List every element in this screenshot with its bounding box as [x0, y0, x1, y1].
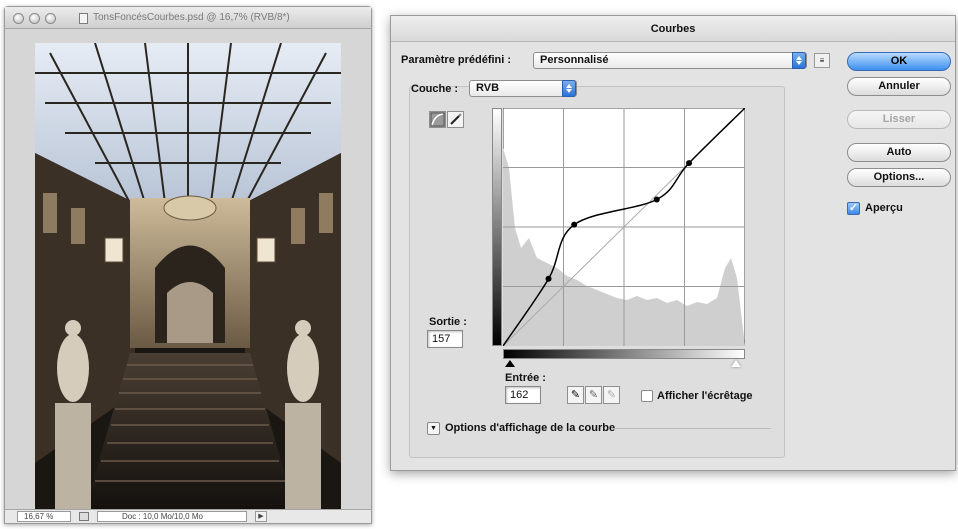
input-label: Entrée :	[505, 372, 546, 384]
ok-button[interactable]: OK	[847, 52, 951, 71]
options-button[interactable]: Options...	[847, 168, 951, 187]
white-eyedropper-icon[interactable]: ✎	[603, 386, 620, 404]
zoom-field[interactable]: 16,67 %	[17, 511, 71, 522]
channel-stepper-icon	[562, 80, 576, 97]
auto-button[interactable]: Auto	[847, 143, 951, 162]
preset-stepper-icon	[792, 52, 806, 69]
document-canvas[interactable]	[35, 43, 341, 509]
minimize-window-button[interactable]	[29, 13, 40, 24]
disclosure-triangle-icon[interactable]: ▼	[427, 422, 440, 435]
preview-checkbox[interactable]: ✓	[847, 202, 860, 215]
preview-label: Aperçu	[865, 202, 903, 214]
show-clipping-checkbox[interactable]	[641, 390, 653, 402]
curve-control-point[interactable]	[686, 160, 693, 167]
gray-eyedropper-icon[interactable]: ✎	[585, 386, 602, 404]
dialog-titlebar: Courbes	[391, 16, 955, 42]
doc-size-readout: Doc : 10,0 Mo/10,0 Mo	[97, 511, 247, 522]
arcade-photo	[35, 43, 341, 509]
curve-control-point[interactable]	[653, 196, 660, 203]
black-point-slider[interactable]	[505, 360, 515, 367]
black-eyedropper-icon[interactable]: ✎	[567, 386, 584, 404]
curve-graph[interactable]	[503, 108, 745, 346]
output-field[interactable]: 157	[427, 330, 463, 348]
pencil-tool-icon[interactable]	[447, 111, 464, 128]
status-info-icon[interactable]	[79, 512, 89, 521]
channel-label: Couche :	[411, 83, 459, 95]
preset-value: Personnalisé	[540, 54, 609, 66]
channel-value: RVB	[476, 82, 500, 94]
document-proxy-icon[interactable]	[79, 13, 88, 24]
zoom-window-button[interactable]	[45, 13, 56, 24]
curve-control-point[interactable]	[545, 275, 552, 282]
document-titlebar: TonsFoncésCourbes.psd @ 16,7% (RVB/8*)	[5, 7, 371, 29]
close-window-button[interactable]	[13, 13, 24, 24]
smooth-button: Lisser	[847, 110, 951, 129]
dialog-title: Courbes	[650, 23, 696, 35]
preset-menu-icon[interactable]: ≡	[814, 53, 830, 68]
status-arrow-icon[interactable]: ▶	[255, 511, 267, 522]
curve-display-options-label[interactable]: Options d'affichage de la courbe	[445, 422, 615, 434]
document-statusbar: 16,67 % Doc : 10,0 Mo/10,0 Mo ▶	[5, 509, 371, 523]
show-clipping-label: Afficher l'écrêtage	[657, 390, 753, 402]
output-gradient-bar	[492, 108, 502, 346]
preset-label: Paramètre prédéfini :	[401, 54, 512, 66]
curve-tool-icon[interactable]	[429, 111, 446, 128]
cancel-button[interactable]: Annuler	[847, 77, 951, 96]
document-title: TonsFoncésCourbes.psd @ 16,7% (RVB/8*)	[93, 12, 290, 23]
divider	[611, 428, 771, 429]
white-point-slider[interactable]	[731, 360, 741, 367]
curve-control-point[interactable]	[571, 221, 578, 228]
channel-popup[interactable]: RVB	[469, 80, 577, 97]
output-label: Sortie :	[429, 316, 467, 328]
input-field[interactable]: 162	[505, 386, 541, 404]
preset-popup[interactable]: Personnalisé	[533, 52, 807, 69]
curves-dialog: Courbes Paramètre prédéfini : Personnali…	[390, 15, 956, 471]
input-gradient-bar	[503, 349, 745, 359]
document-window: TonsFoncésCourbes.psd @ 16,7% (RVB/8*) 1…	[4, 6, 372, 524]
